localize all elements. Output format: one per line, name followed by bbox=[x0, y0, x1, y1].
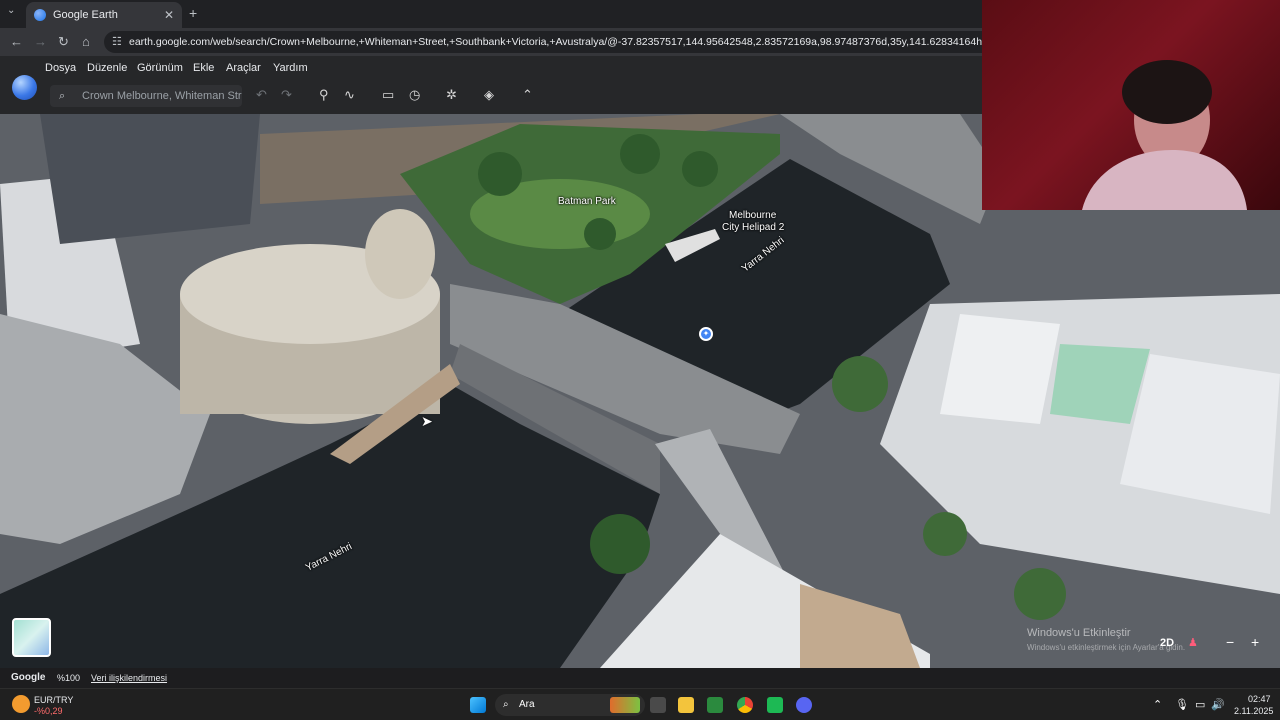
data-attribution-link[interactable]: Veri ilişkilendirmesi bbox=[91, 673, 167, 683]
helipad-marker-icon[interactable]: ✦ bbox=[699, 327, 713, 341]
zoom-in-button[interactable]: + bbox=[1251, 634, 1259, 650]
discord-icon[interactable] bbox=[796, 697, 812, 713]
tab-title: Google Earth bbox=[53, 9, 118, 21]
ticker-name[interactable]: EUR/TRY bbox=[34, 695, 73, 705]
menu-file[interactable]: Dosya bbox=[45, 62, 76, 74]
chevron-up-icon[interactable]: ⌃ bbox=[522, 87, 533, 103]
store-icon[interactable] bbox=[707, 697, 723, 713]
activation-watermark-title: Windows'u Etkinleştir bbox=[1027, 627, 1131, 639]
site-info-icon[interactable]: ☷ bbox=[112, 31, 122, 53]
search-icon: ⌕ bbox=[59, 90, 66, 102]
tray-chevron-up-icon[interactable]: ⌃ bbox=[1153, 698, 1162, 711]
forward-arrow-icon[interactable]: → bbox=[34, 34, 47, 49]
tab-google-earth[interactable]: Google Earth ✕ bbox=[26, 2, 182, 28]
search-value: Crown Melbourne, Whiteman Stre bbox=[82, 90, 242, 102]
undo-icon[interactable]: ↶ bbox=[256, 87, 267, 103]
home-icon[interactable]: ⌂ bbox=[82, 34, 90, 49]
clock-time[interactable]: 02:47 bbox=[1248, 694, 1271, 704]
google-earth-logo-icon[interactable] bbox=[12, 75, 37, 100]
path-icon[interactable]: ∿ bbox=[344, 87, 355, 103]
map-label-helipad-line1[interactable]: Melbourne bbox=[729, 210, 776, 221]
chrome-icon[interactable] bbox=[737, 697, 753, 713]
google-brand: Google bbox=[11, 672, 46, 683]
placemark-icon[interactable]: ⚲ bbox=[319, 87, 329, 103]
search-input[interactable]: ⌕ Crown Melbourne, Whiteman Stre bbox=[50, 85, 242, 107]
reload-icon[interactable]: ↻ bbox=[58, 34, 69, 50]
ticker-icon[interactable] bbox=[12, 695, 30, 713]
volume-icon[interactable]: 🔊 bbox=[1211, 698, 1225, 711]
new-tab-button[interactable]: + bbox=[189, 5, 197, 21]
menu-edit[interactable]: Düzenle bbox=[87, 62, 127, 74]
windows-taskbar: EUR/TRY -%0,29 ⌕ Ara ⌃ 🎙 ▭ 🔊 02:47 2.11.… bbox=[0, 688, 1280, 720]
tab-search-chevron-icon[interactable]: ⌄ bbox=[7, 5, 21, 21]
pegman-icon[interactable]: ♟ bbox=[1188, 636, 1198, 649]
webcam-overlay bbox=[982, 0, 1280, 210]
earth-status-bar: Google %100 Veri ilişkilendirmesi bbox=[0, 668, 1280, 688]
map-style-button[interactable] bbox=[12, 618, 51, 657]
zoom-level: %100 bbox=[57, 673, 81, 683]
search-icon: ⌕ bbox=[503, 699, 509, 710]
redo-icon[interactable]: ↷ bbox=[281, 87, 292, 103]
url-text: earth.google.com/web/search/Crown+Melbou… bbox=[129, 36, 1099, 48]
menu-help[interactable]: Yardım bbox=[273, 62, 308, 74]
clock-date[interactable]: 2.11.2025 bbox=[1234, 706, 1273, 716]
back-arrow-icon[interactable]: ← bbox=[10, 34, 23, 49]
ticker-change: -%0,29 bbox=[34, 706, 63, 716]
layers-icon[interactable]: ◈ bbox=[484, 87, 494, 103]
zoom-out-button[interactable]: − bbox=[1226, 634, 1234, 650]
historical-imagery-icon[interactable]: ◷ bbox=[409, 87, 420, 103]
ruler-icon[interactable]: ▭ bbox=[382, 87, 394, 103]
google-earth-favicon-icon bbox=[34, 9, 46, 21]
taskbar-search-label: Ara bbox=[519, 699, 535, 710]
start-button-icon[interactable] bbox=[470, 697, 486, 713]
person-silhouette bbox=[1082, 60, 1247, 210]
menu-tools[interactable]: Araçlar bbox=[226, 62, 261, 74]
app-icon[interactable] bbox=[767, 697, 783, 713]
microphone-icon[interactable]: 🎙 bbox=[1175, 698, 1189, 711]
file-explorer-icon[interactable] bbox=[678, 697, 694, 713]
mouse-cursor-icon: ➤ bbox=[421, 413, 433, 429]
network-icon[interactable]: ▭ bbox=[1195, 698, 1205, 711]
tab-close-icon[interactable]: ✕ bbox=[164, 8, 174, 22]
menu-view[interactable]: Görünüm bbox=[137, 62, 183, 74]
map-label-batman-park[interactable]: Batman Park bbox=[558, 196, 616, 207]
2d-toggle-button[interactable]: 2D bbox=[1160, 637, 1174, 649]
search-highlight-icon[interactable] bbox=[610, 697, 640, 713]
map-label-helipad-line2[interactable]: City Helipad 2 bbox=[722, 222, 784, 233]
task-view-icon[interactable] bbox=[650, 697, 666, 713]
satellite-icon[interactable]: ✲ bbox=[446, 87, 457, 103]
menu-add[interactable]: Ekle bbox=[193, 62, 214, 74]
